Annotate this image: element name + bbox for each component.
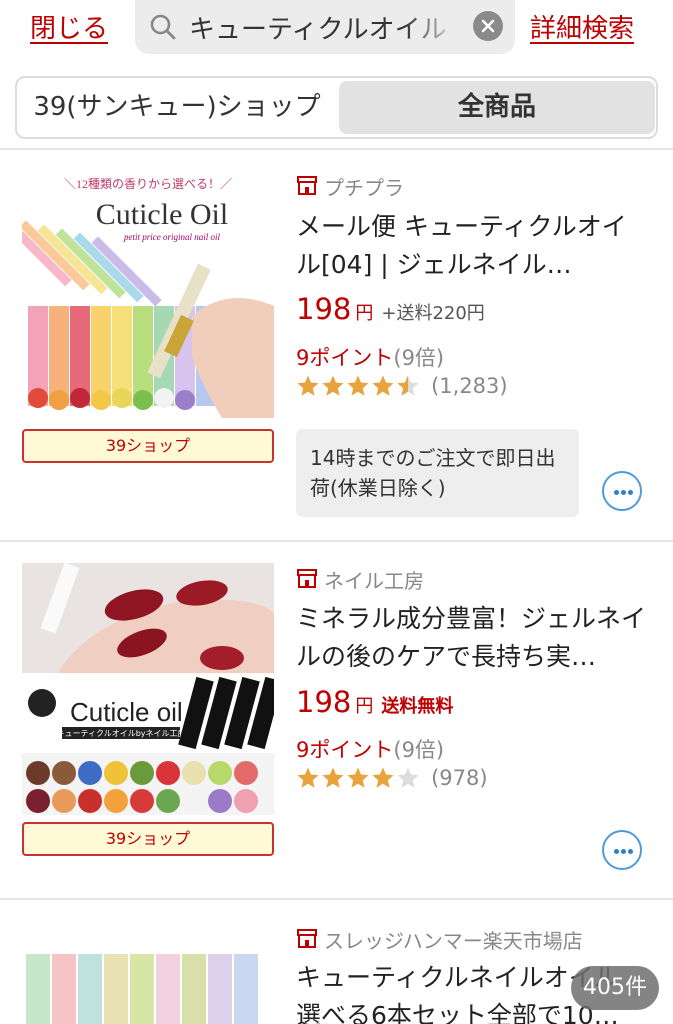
svg-text:Cuticle Oil: Cuticle Oil [96,198,228,231]
points-multiplier: (9倍) [393,346,445,370]
shop-name[interactable]: プチプラ [324,172,404,201]
rating-row[interactable]: (1,283) [296,374,508,404]
divider [0,148,673,150]
divider [0,898,673,900]
clear-search-button[interactable] [473,11,503,41]
svg-text:petit price original nail oil: petit price original nail oil [123,232,220,242]
39-shop-badge: 39ショップ [22,822,274,856]
review-count[interactable]: (1,283) [431,374,508,398]
price-row: 198 円送料無料 [296,685,453,721]
product-title[interactable]: ミネラル成分豊富！ジェルネイルの後のケアで長持ち実… [296,600,651,676]
divider [0,540,673,542]
dot-icon [621,849,626,854]
close-icon [481,19,495,33]
points-value: 9ポイント [296,738,394,762]
points-multiplier: (9倍) [393,738,445,762]
dot-icon [614,490,619,495]
points-row: 9ポイント(9倍) [296,342,444,372]
search-icon [150,14,176,40]
product-image-2[interactable]: Cuticle oil キューティクルオイルbyネイル工房 [22,563,274,815]
dot-icon [628,490,633,495]
product-title[interactable]: メール便 キューティクルオイル[04] | ジェルネイル… [296,208,651,284]
more-options-button[interactable] [602,830,642,870]
store-icon [297,569,317,588]
search-field[interactable]: キューティクルオイル [135,0,515,54]
close-button[interactable]: 閉じる [30,8,108,45]
product-image-3[interactable] [22,948,274,1024]
free-shipping-label: 送料無料 [381,696,454,717]
segment-39-shop[interactable]: 39(サンキュー)ショップ [17,78,337,137]
more-options-button[interactable] [602,471,642,511]
39-shop-badge: 39ショップ [22,429,274,463]
search-input[interactable]: キューティクルオイル [189,9,459,46]
star-rating-icon [297,767,419,788]
header-bar: 閉じる キューティクルオイル 詳細検索 [0,0,673,58]
price-unit: 円 [355,696,374,717]
svg-text:キューティクルオイルbyネイル工房: キューティクルオイルbyネイル工房 [56,728,185,738]
shipping-fee: +送料220円 [381,303,485,324]
svg-text:Cuticle oil: Cuticle oil [70,697,183,727]
shipping-note: 14時までのご注文で即日出荷(休業日除く) [296,429,579,517]
advanced-search-link[interactable]: 詳細検索 [530,8,634,45]
rating-row[interactable]: (978) [296,766,488,796]
shop-name[interactable]: ネイル工房 [324,565,424,594]
store-icon [297,929,317,948]
segment-all-products[interactable]: 全商品 [339,81,655,134]
price-value: 198 [296,292,352,326]
result-count-badge: 405件 [571,966,659,1010]
price-unit: 円 [355,303,374,324]
points-value: 9ポイント [296,346,394,370]
price-value: 198 [296,685,352,719]
star-rating-icon [297,375,419,396]
price-row: 198 円 +送料220円 [296,292,485,328]
dot-icon [628,849,633,854]
svg-text:＼12種類の香りから選べる！／: ＼12種類の香りから選べる！／ [64,177,232,191]
dot-icon [621,490,626,495]
shop-filter-segment: 39(サンキュー)ショップ 全商品 [15,76,658,139]
points-row: 9ポイント(9倍) [296,734,444,764]
review-count[interactable]: (978) [431,766,487,790]
product-image-1[interactable]: ＼12種類の香りから選べる！／ Cuticle Oil petit price … [22,166,274,418]
store-icon [297,176,317,195]
shop-name[interactable]: スレッジハンマー楽天市場店 [324,925,583,954]
dot-icon [614,849,619,854]
